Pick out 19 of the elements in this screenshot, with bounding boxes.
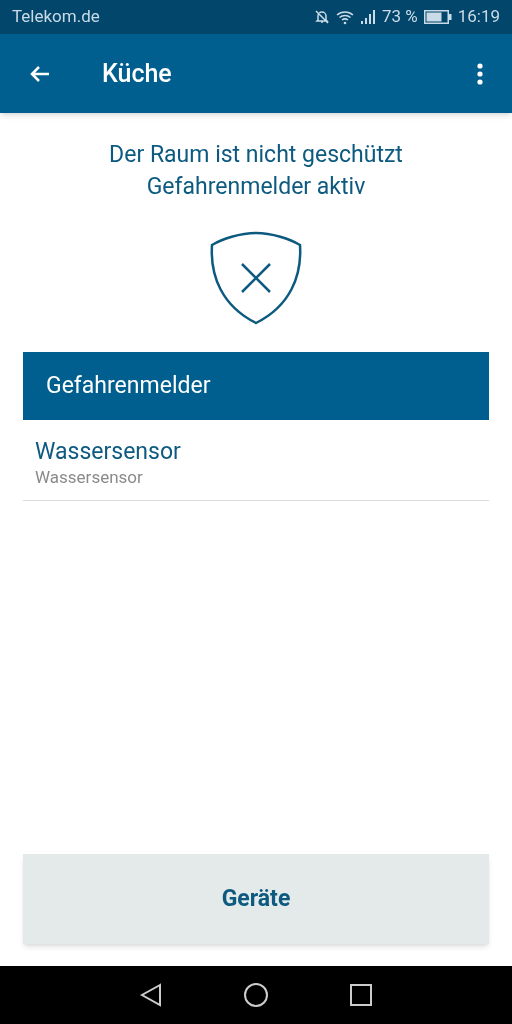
devices-button[interactable]: Geräte [23,854,489,944]
wifi-icon [335,9,354,25]
screen-title: Küche [102,57,172,90]
device-name[interactable]: Wassersensor [35,438,477,466]
home-nav-icon[interactable] [243,982,269,1008]
more-vertical-icon [477,62,483,85]
clock-time: 16:19 [457,5,500,29]
device-type: Wassersensor [35,466,144,488]
signal-icon [359,9,376,25]
back-nav-icon[interactable] [140,983,163,1007]
protection-status-text: Der Raum ist nicht geschützt [109,140,403,170]
battery-icon [423,10,452,24]
shield-cross-icon [210,231,302,325]
mute-icon [313,9,330,25]
protection-status-text: Gefahrenmelder aktiv [146,172,366,202]
recents-nav-icon[interactable] [349,984,372,1006]
carrier-name: Telekom.de [12,5,100,29]
section-header: Gefahrenmelder [23,352,489,420]
battery-percent: 73 % [381,5,418,29]
